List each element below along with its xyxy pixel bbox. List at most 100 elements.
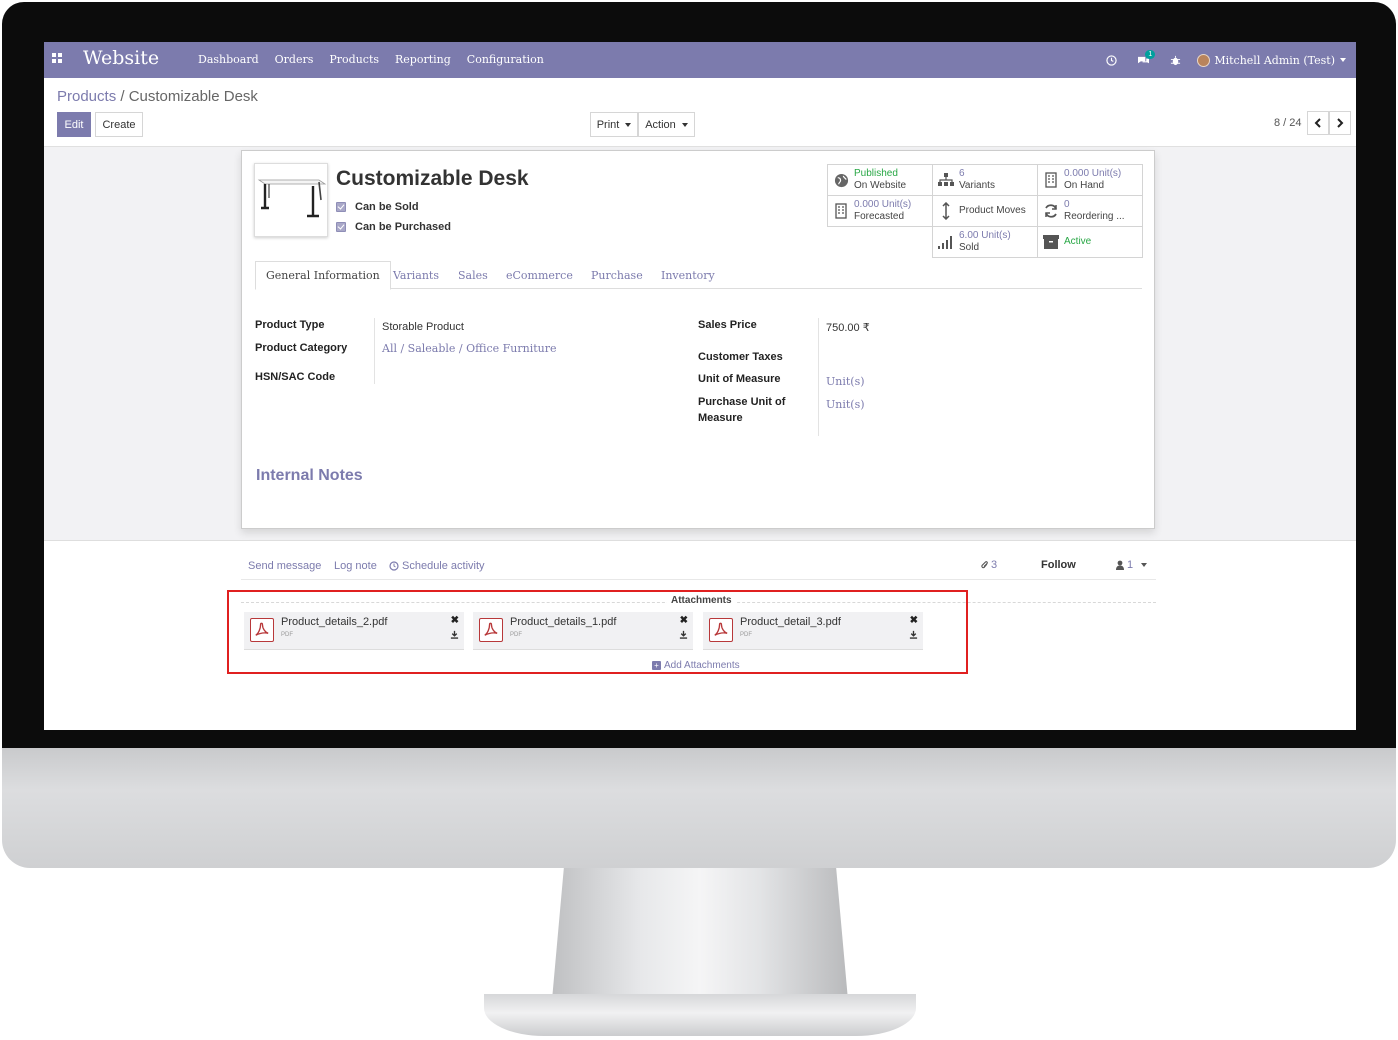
- on-hand-quantity: 0.000 Unit(s): [1064, 168, 1122, 179]
- published-label: On Website: [854, 180, 907, 191]
- app-title[interactable]: Website: [83, 47, 159, 69]
- schedule-activity-label: Schedule activity: [402, 560, 485, 572]
- forecasted-label: Forecasted: [854, 211, 905, 222]
- field-divider: [374, 318, 375, 384]
- tab-general-information[interactable]: General Information: [255, 261, 391, 290]
- apps-menu-icon[interactable]: [52, 53, 64, 65]
- hsn-code-label: HSN/SAC Code: [255, 371, 336, 383]
- chevron-right-icon: [1337, 118, 1344, 128]
- tab-sales[interactable]: Sales: [458, 261, 488, 289]
- edit-label: Edit: [64, 118, 84, 131]
- breadcrumb-products-link[interactable]: Products: [57, 88, 116, 105]
- attachment-count-button[interactable]: 3: [980, 559, 997, 571]
- tab-ecommerce[interactable]: eCommerce: [506, 261, 573, 289]
- sales-price-label: Sales Price: [698, 319, 757, 331]
- messaging-icon[interactable]: 1: [1127, 42, 1159, 78]
- send-message-button[interactable]: Send message: [248, 560, 321, 572]
- sold-label: Sold: [959, 242, 980, 253]
- menu-products[interactable]: Products: [329, 53, 379, 66]
- can-be-purchased-label: Can be Purchased: [355, 221, 451, 233]
- sold-quantity: 6.00 Unit(s): [959, 230, 1011, 241]
- building-icon: [1038, 172, 1064, 188]
- tab-inventory[interactable]: Inventory: [661, 261, 715, 289]
- product-category-value[interactable]: All / Saleable / Office Furniture: [382, 342, 557, 355]
- active-smart-button[interactable]: Active: [1037, 226, 1143, 258]
- checkbox-checked-icon: [336, 202, 346, 212]
- tab-variants[interactable]: Variants: [393, 261, 439, 289]
- pager-next-button[interactable]: [1329, 111, 1351, 135]
- action-caret-icon: [681, 122, 688, 127]
- messaging-badge: 1: [1145, 50, 1156, 59]
- debug-bug-icon[interactable]: [1159, 42, 1191, 78]
- follow-button[interactable]: Follow: [1041, 559, 1076, 571]
- user-avatar: [1197, 53, 1211, 67]
- monitor-stand-base: [484, 994, 916, 1036]
- signal-bars-icon: [933, 235, 959, 249]
- building-icon: [828, 203, 854, 219]
- smart-buttons: Published On Website 6 Variants 0.000 Unit…: [827, 164, 1143, 259]
- can-be-sold-label: Can be Sold: [355, 201, 419, 213]
- breadcrumb: Products / Customizable Desk: [57, 88, 258, 105]
- product-image[interactable]: [254, 163, 328, 237]
- uom-label: Unit of Measure: [698, 373, 781, 385]
- reordering-label: Reordering ...: [1064, 211, 1125, 222]
- reordering-count: 0: [1064, 199, 1070, 210]
- variants-smart-button[interactable]: 6 Variants: [932, 164, 1038, 196]
- follower-count: 1: [1127, 559, 1134, 571]
- clock-icon: [389, 561, 399, 571]
- edit-button[interactable]: Edit: [57, 112, 91, 137]
- user-name: Mitchell Admin (Test): [1214, 53, 1335, 67]
- print-dropdown[interactable]: Print: [590, 112, 638, 137]
- uom-value[interactable]: Unit(s): [826, 375, 865, 388]
- chatter-topbar-divider: [241, 579, 1156, 580]
- product-moves-smart-button[interactable]: Product Moves: [932, 195, 1038, 227]
- followers-button[interactable]: 1: [1116, 559, 1148, 571]
- breadcrumb-current: Customizable Desk: [128, 88, 258, 105]
- forecasted-smart-button[interactable]: 0.000 Unit(s) Forecasted: [827, 195, 933, 227]
- purchase-uom-label-line2: Measure: [698, 412, 743, 424]
- menu-configuration[interactable]: Configuration: [467, 53, 544, 66]
- chevron-left-icon: [1314, 118, 1321, 128]
- menu-dashboard[interactable]: Dashboard: [198, 53, 259, 66]
- breadcrumb-separator: /: [116, 88, 129, 105]
- field-divider: [818, 318, 819, 436]
- arrows-vertical-icon: [933, 202, 959, 220]
- create-button[interactable]: Create: [95, 112, 143, 137]
- activity-clock-icon[interactable]: [1095, 42, 1127, 78]
- product-type-label: Product Type: [255, 319, 325, 331]
- customer-taxes-label: Customer Taxes: [698, 351, 783, 363]
- top-navbar: Website Dashboard Orders Products Report…: [44, 42, 1356, 78]
- tab-purchase[interactable]: Purchase: [591, 261, 643, 289]
- product-category-label: Product Category: [255, 342, 348, 354]
- purchase-uom-value[interactable]: Unit(s): [826, 398, 865, 411]
- published-status: Published: [854, 168, 898, 179]
- forecasted-quantity: 0.000 Unit(s): [854, 199, 912, 210]
- attachments-highlight-box: [227, 590, 968, 674]
- reordering-smart-button[interactable]: 0 Reordering ...: [1037, 195, 1143, 227]
- sales-price-value[interactable]: 750.00 ₹: [826, 321, 870, 334]
- on-hand-smart-button[interactable]: 0.000 Unit(s) On Hand: [1037, 164, 1143, 196]
- can-be-sold-checkbox[interactable]: Can be Sold: [336, 201, 419, 213]
- pager-previous-button[interactable]: [1307, 111, 1329, 135]
- menu-orders[interactable]: Orders: [275, 53, 314, 66]
- schedule-activity-button[interactable]: Schedule activity: [389, 560, 485, 572]
- product-type-value[interactable]: Storable Product: [382, 321, 464, 333]
- variants-label: Variants: [959, 180, 995, 191]
- action-dropdown[interactable]: Action: [638, 112, 695, 137]
- pager-value[interactable]: 8 / 24: [1274, 117, 1302, 129]
- sold-smart-button[interactable]: 6.00 Unit(s) Sold: [932, 226, 1038, 258]
- user-menu[interactable]: Mitchell Admin (Test): [1191, 53, 1346, 67]
- chatter-divider: [44, 540, 1356, 541]
- action-label: Action: [645, 118, 676, 131]
- form-sheet: Customizable Desk Can be Sold Can be Pur…: [241, 150, 1155, 529]
- monitor-stand-neck: [552, 868, 848, 1000]
- navbar-systray: 1 Mitchell Admin (Test): [1095, 42, 1346, 78]
- user-icon: [1116, 560, 1124, 570]
- print-label: Print: [596, 118, 620, 131]
- paperclip-icon: [981, 561, 988, 569]
- log-note-button[interactable]: Log note: [334, 560, 377, 572]
- menu-reporting[interactable]: Reporting: [395, 53, 451, 66]
- can-be-purchased-checkbox[interactable]: Can be Purchased: [336, 221, 451, 233]
- monitor-chin: [2, 748, 1396, 868]
- published-smart-button[interactable]: Published On Website: [827, 164, 933, 196]
